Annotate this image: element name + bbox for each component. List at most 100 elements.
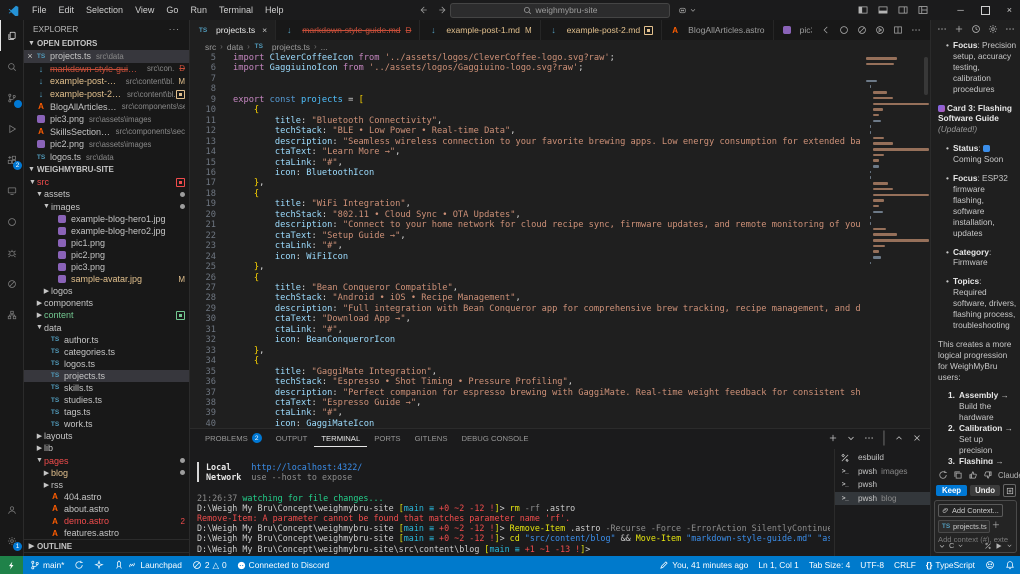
command-center-search[interactable]: weighmybru-site (450, 3, 670, 18)
tree-item-features.astro[interactable]: Afeatures.astro (24, 527, 189, 539)
status-encoding[interactable]: UTF-8 (855, 556, 889, 574)
terminal-session-pwsh-blog[interactable]: >_pwshblog (835, 492, 930, 506)
activity-source-control[interactable] (0, 82, 23, 113)
activity-remote-explorer[interactable] (0, 175, 23, 206)
tools-icon[interactable] (984, 542, 992, 550)
menu-edit[interactable]: Edit (53, 5, 81, 15)
menu-view[interactable]: View (129, 5, 160, 15)
activity-extension-org[interactable] (0, 299, 23, 330)
panel-tab-problems[interactable]: PROBLEMS2 (198, 429, 269, 447)
plus-icon[interactable] (828, 433, 838, 443)
tree-item-categories.ts[interactable]: TScategories.ts (24, 346, 189, 358)
minimap[interactable] (860, 53, 930, 428)
open-editor-pic2.png[interactable]: pic2.pngsrc\assets\images (24, 138, 189, 151)
mode-dropdown-icon[interactable] (938, 542, 946, 550)
open-editor-pic3.png[interactable]: pic3.pngsrc\assets\images (24, 113, 189, 126)
status-gitlens[interactable] (89, 556, 109, 574)
status-copilot[interactable] (980, 556, 1000, 574)
ellipsis-icon[interactable] (911, 25, 921, 35)
status-git-sync[interactable] (69, 556, 89, 574)
menu-run[interactable]: Run (184, 5, 213, 15)
thumbup-icon[interactable] (968, 470, 978, 480)
tree-item-images[interactable]: ▼images (24, 201, 189, 213)
tree-item-404.astro[interactable]: A404.astro (24, 491, 189, 503)
open-editors-header[interactable]: ▼OPEN EDITORS (24, 37, 189, 50)
status-notifications[interactable] (1000, 556, 1020, 574)
model-label[interactable]: Claude Son (998, 471, 1020, 480)
status-launchpad[interactable]: Launchpad (109, 556, 186, 574)
chat-input-box[interactable]: Add Context... TS projects.ts ＋ Add cont… (934, 500, 1017, 553)
open-diff-icon[interactable] (1003, 484, 1016, 497)
activity-search[interactable] (0, 51, 23, 82)
status-remote-indicator[interactable] (0, 556, 23, 574)
tree-item-layouts[interactable]: ▶layouts (24, 430, 189, 442)
status-git-branch[interactable]: main* (25, 556, 69, 574)
workspace-header[interactable]: ▼WEIGHMYBRU-SITE (24, 163, 189, 176)
minimize-button[interactable]: ─ (957, 5, 963, 15)
keep-button[interactable]: Keep (936, 485, 967, 496)
tree-item-projects.ts[interactable]: TSprojects.ts (24, 370, 189, 382)
activity-settings[interactable]: 1 (0, 525, 23, 556)
tree-item-demo.astro[interactable]: Ademo.astro2 (24, 515, 189, 527)
sidebar-more-icon[interactable]: ··· (169, 24, 180, 34)
status-blame[interactable]: You, 41 minutes ago (654, 556, 753, 574)
tree-item-example-blog-hero1.jpg[interactable]: example-blog-hero1.jpg (24, 213, 189, 225)
thumbdown-icon[interactable] (983, 470, 993, 480)
copy-icon[interactable] (953, 470, 963, 480)
circ-icon[interactable] (839, 25, 849, 35)
close-button[interactable]: × (1007, 5, 1012, 15)
add-context-button[interactable]: Add Context... (938, 504, 1003, 517)
status-tab-size[interactable]: Tab Size: 4 (804, 556, 855, 574)
tree-item-logos[interactable]: ▶logos (24, 285, 189, 297)
activity-accounts[interactable] (0, 494, 23, 525)
tree-item-tags.ts[interactable]: TStags.ts (24, 406, 189, 418)
arrowleft-icon[interactable] (821, 25, 831, 35)
tree-item-logos.ts[interactable]: TSlogos.ts (24, 358, 189, 370)
tree-item-content[interactable]: ▶content (24, 309, 189, 321)
terminal-session-pwsh-images[interactable]: >_pwshimages (835, 465, 930, 479)
chevdown-icon[interactable] (846, 433, 856, 443)
tree-item-author.ts[interactable]: TSauthor.ts (24, 334, 189, 346)
menu-go[interactable]: Go (160, 5, 184, 15)
open-editor-SkillsSection.astro[interactable]: ASkillsSection.astrosrc\components\secti… (24, 126, 189, 139)
open-editor-logos.ts[interactable]: TSlogos.tssrc\data (24, 151, 189, 164)
activity-explorer[interactable] (0, 20, 23, 51)
activity-extension-circle[interactable] (0, 206, 23, 237)
status-cursor-position[interactable]: Ln 1, Col 1 (753, 556, 804, 574)
restore-button[interactable] (981, 6, 990, 15)
tree-item-assets[interactable]: ▼assets (24, 188, 189, 200)
tab-markdown-style-guide.md[interactable]: ↓markdown-style-guide.mdD (276, 20, 420, 40)
menu-help[interactable]: Help (259, 5, 290, 15)
activity-run-debug[interactable] (0, 113, 23, 144)
code-editor[interactable]: 5import CleverCoffeeIcon from '../assets… (190, 53, 930, 428)
ellipsis-icon[interactable] (937, 24, 947, 34)
breadcrumb[interactable]: src›data›TSprojects.ts›... (190, 40, 930, 53)
panel-tab-gitlens[interactable]: GITLENS (408, 429, 455, 447)
tree-item-rss[interactable]: ▶rss (24, 479, 189, 491)
terminal-output[interactable]: Local http://localhost:4322/Network use … (197, 449, 830, 556)
status-discord[interactable]: Connected to Discord (232, 556, 335, 574)
tab-BlogAllArticles.astro[interactable]: ABlogAllArticles.astro (662, 20, 773, 40)
add-chip-icon[interactable]: ＋ (992, 520, 1000, 530)
ellipsis-icon[interactable] (864, 433, 874, 443)
menu-selection[interactable]: Selection (80, 5, 129, 15)
splitv-icon[interactable] (893, 25, 903, 35)
tree-item-about.astro[interactable]: Aabout.astro (24, 503, 189, 515)
open-editor-example-post-1.md[interactable]: ↓example-post-1.mdsrc\content\bl...M (24, 75, 189, 88)
sync-icon[interactable] (938, 470, 948, 480)
open-editor-markdown-style-guide.md[interactable]: ↓markdown-style-guide.mdsrc\con...D (24, 63, 189, 76)
plus-icon[interactable] (954, 24, 964, 34)
tree-item-lib[interactable]: ▶lib (24, 442, 189, 454)
undo-button[interactable]: Undo (970, 485, 1000, 496)
terminal-session-esbuild[interactable]: esbuild (835, 451, 930, 465)
close-icon[interactable]: × (24, 51, 36, 61)
clock-icon[interactable] (971, 24, 981, 34)
layout-icon[interactable] (918, 5, 928, 15)
tree-item-pages[interactable]: ▼pages (24, 455, 189, 467)
menu-terminal[interactable]: Terminal (213, 5, 259, 15)
breadcrumb-symbol[interactable]: ... (321, 42, 328, 52)
open-editor-projects.ts[interactable]: ×TSprojects.tssrc\data (24, 50, 189, 63)
model-dropdown[interactable]: C (949, 541, 954, 550)
context-chip-projects[interactable]: TS projects.ts (938, 520, 990, 533)
tab-example-post-2.md[interactable]: ↓example-post-2.md (541, 20, 663, 40)
